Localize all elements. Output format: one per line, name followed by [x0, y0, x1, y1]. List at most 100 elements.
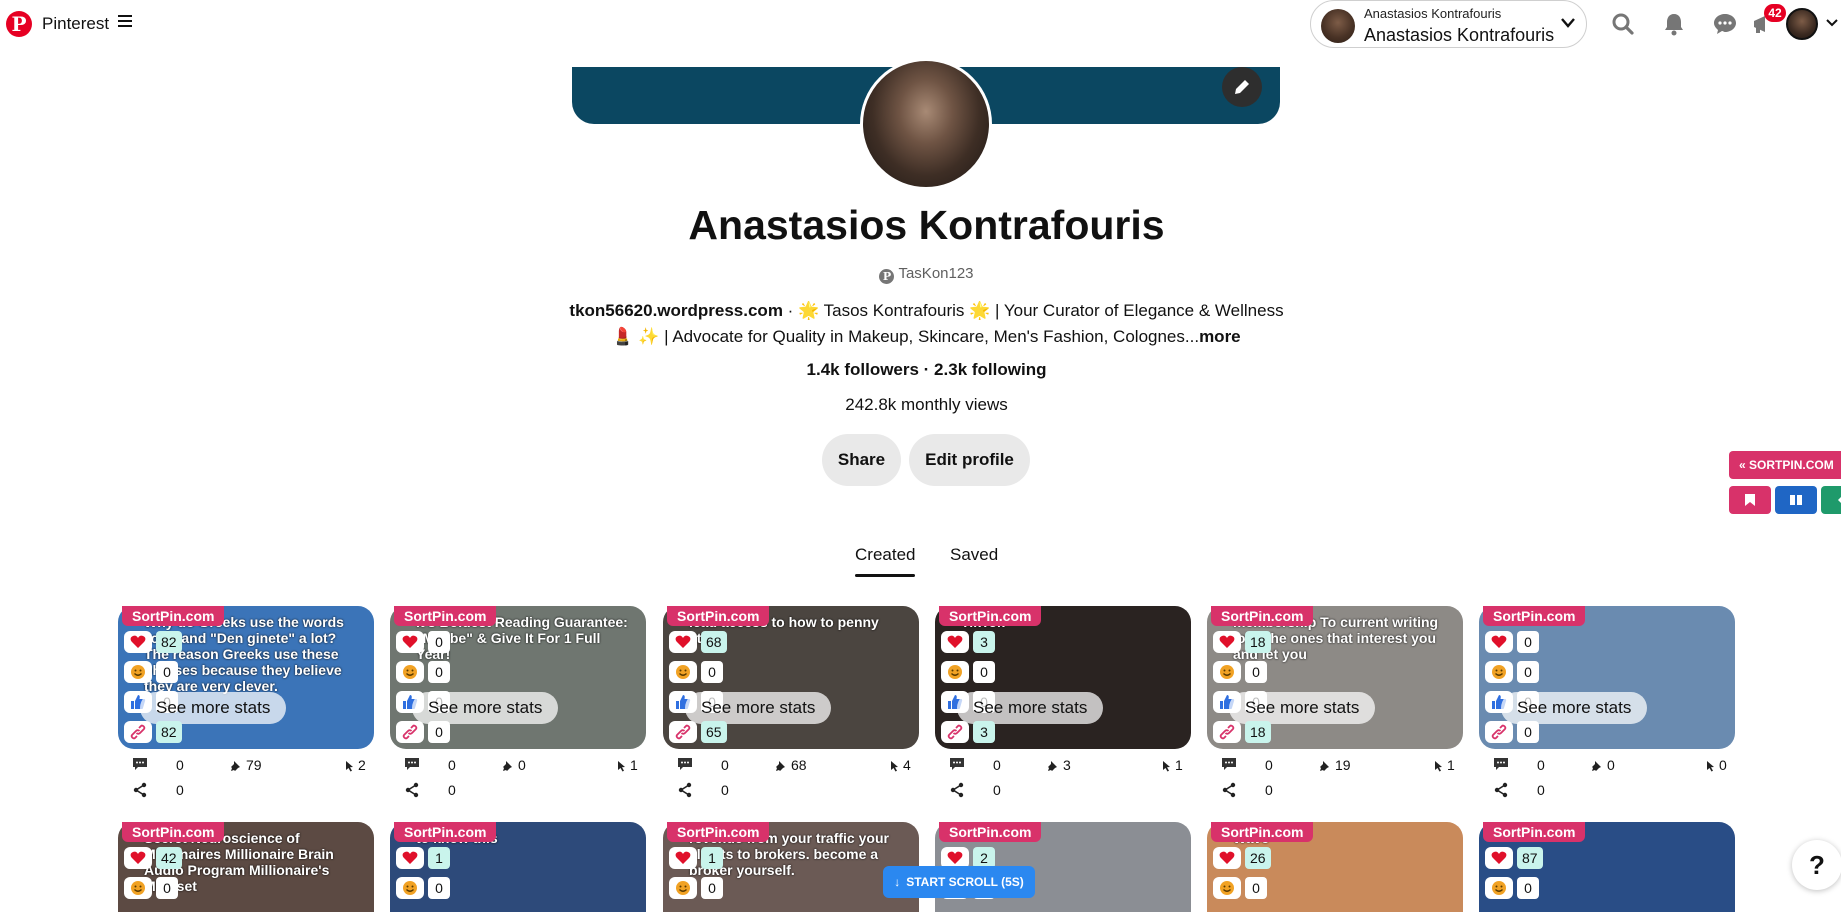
heart-icon	[1213, 631, 1241, 653]
smile-stat: 0	[124, 661, 178, 683]
smile-stat: 0	[669, 661, 723, 683]
help-button[interactable]: ?	[1792, 840, 1841, 890]
heart-icon	[396, 631, 424, 653]
save-count: 0	[518, 757, 526, 773]
see-more-stats-button[interactable]: See more stats	[957, 692, 1104, 724]
edit-cover-pencil-icon[interactable]	[1222, 67, 1262, 107]
pin-card[interactable]: It's Boldest Reading Guarantee: "Maybe" …	[390, 606, 646, 806]
tab-created[interactable]: Created	[855, 545, 915, 565]
pin-card[interactable]: membership To current writing jobs the o…	[1207, 606, 1463, 806]
share-icon[interactable]	[132, 782, 148, 801]
pin-share-row: 0	[1207, 779, 1463, 803]
comment-icon	[1221, 757, 1237, 774]
pin-card[interactable]: Secret Neuroscience of Millionaires Mill…	[118, 822, 374, 912]
comment-icon	[404, 757, 420, 774]
see-more-stats-button[interactable]: See more stats	[1501, 692, 1648, 724]
bio-more-link[interactable]: more	[1199, 327, 1241, 346]
pin-card[interactable]: TikTokSortPin.com300See more stats30310	[935, 606, 1191, 806]
stat-value: 42	[156, 847, 182, 869]
see-more-stats-button[interactable]: See more stats	[685, 692, 832, 724]
see-more-stats-button[interactable]: See more stats	[412, 692, 559, 724]
pin-card[interactable]: Why do Greeks use the words "oxi" and "D…	[118, 606, 374, 806]
pin-stats-row: 0 68 4	[663, 754, 919, 778]
stat-value: 26	[1245, 847, 1271, 869]
link-icon	[124, 721, 152, 743]
followers-following[interactable]: 1.4k followers · 2.3k following	[0, 360, 1841, 380]
sortpin-extra-icon[interactable]	[1821, 486, 1841, 514]
sortpin-label: SortPin.com	[394, 606, 497, 626]
pin-card[interactable]: SortPin.com000See more stats00000	[1479, 606, 1735, 806]
see-more-stats-button[interactable]: See more stats	[140, 692, 287, 724]
share-icon[interactable]	[1221, 782, 1237, 801]
chevron-down-icon[interactable]	[1826, 15, 1838, 30]
account-switcher[interactable]: Anastasios Kontrafouris Anastasios Kontr…	[1310, 0, 1587, 48]
columns-icon[interactable]	[1775, 486, 1817, 514]
see-more-stats-button[interactable]: See more stats	[1229, 692, 1376, 724]
account-small-name: Anastasios Kontrafouris	[1364, 6, 1502, 21]
stat-value: 0	[701, 661, 723, 683]
heart-stat: 82	[124, 631, 182, 653]
start-scroll-button[interactable]: ↓ START SCROLL (5S)	[883, 866, 1035, 898]
profile-bio: tkon56620.wordpress.com · 🌟 Tasos Kontra…	[560, 298, 1293, 350]
profile-username: P TasKon123	[0, 265, 1841, 284]
save-count: 3	[1063, 757, 1071, 773]
stat-value: 1	[428, 847, 450, 869]
comment-count: 0	[448, 757, 456, 773]
my-profile-avatar[interactable]	[1786, 8, 1818, 40]
stat-value: 18	[1245, 721, 1271, 743]
messages-icon[interactable]	[1711, 10, 1739, 38]
website-link[interactable]: tkon56620.wordpress.com	[569, 301, 783, 320]
bookmark-icon[interactable]	[1729, 486, 1771, 514]
sortpin-label: SortPin.com	[1483, 822, 1586, 842]
tab-saved[interactable]: Saved	[950, 545, 998, 565]
sortpin-widget-header[interactable]: « SORTPIN.COM	[1729, 451, 1841, 479]
heart-stat: 1	[669, 847, 723, 869]
profile-avatar[interactable]	[860, 58, 992, 190]
chevron-down-icon[interactable]	[1561, 15, 1575, 33]
click-count: 2	[358, 757, 366, 773]
share-icon[interactable]	[1493, 782, 1509, 801]
heart-icon	[669, 847, 697, 869]
comment-icon	[1493, 757, 1509, 774]
share-icon[interactable]	[404, 782, 420, 801]
comment-count: 0	[721, 757, 729, 773]
click-icon	[343, 759, 355, 775]
pin-save-icon	[1047, 759, 1059, 775]
share-button[interactable]: Share	[822, 434, 901, 486]
notifications-bell-icon[interactable]	[1660, 10, 1688, 38]
smile-icon	[1485, 661, 1513, 683]
top-navigation-bar: P Pinterest Anastasios Kontrafouris Anas…	[0, 0, 1841, 50]
click-icon	[1432, 759, 1444, 775]
share-icon[interactable]	[949, 782, 965, 801]
search-icon[interactable]	[1609, 10, 1637, 38]
heart-icon	[124, 631, 152, 653]
stat-value: 0	[701, 877, 723, 899]
stat-value: 0	[973, 661, 995, 683]
edit-profile-button[interactable]: Edit profile	[909, 434, 1030, 486]
brand-name[interactable]: Pinterest	[42, 14, 109, 34]
stat-value: 87	[1517, 847, 1543, 869]
heart-icon	[1213, 847, 1241, 869]
pin-card[interactable]: revenue from your traffic your clients t…	[663, 822, 919, 912]
pin-card[interactable]: WaveSortPin.com260	[1207, 822, 1463, 912]
share-count: 0	[1265, 782, 1273, 798]
smile-stat: 0	[396, 877, 450, 899]
pin-card[interactable]: lead access to how to penny stockSortPin…	[663, 606, 919, 806]
stat-value: 68	[701, 631, 727, 653]
heart-stat: 26	[1213, 847, 1271, 869]
save-count: 19	[1335, 757, 1351, 773]
pin-card[interactable]: to know thisSortPin.com10	[390, 822, 646, 912]
sortpin-label: SortPin.com	[1211, 822, 1314, 842]
hamburger-menu-icon[interactable]	[118, 15, 132, 31]
notification-count-badge: 42	[1764, 4, 1786, 22]
link-stat: 18	[1213, 721, 1271, 743]
share-icon[interactable]	[677, 782, 693, 801]
sortpin-label: SortPin.com	[1483, 606, 1586, 626]
link-icon	[1485, 721, 1513, 743]
pinterest-logo-icon[interactable]: P	[6, 11, 32, 37]
pin-card[interactable]: SortPin.com 87 0	[1479, 822, 1735, 912]
smile-stat: 0	[1213, 877, 1267, 899]
heart-icon	[941, 631, 969, 653]
comment-icon	[132, 757, 148, 774]
smile-icon	[669, 661, 697, 683]
